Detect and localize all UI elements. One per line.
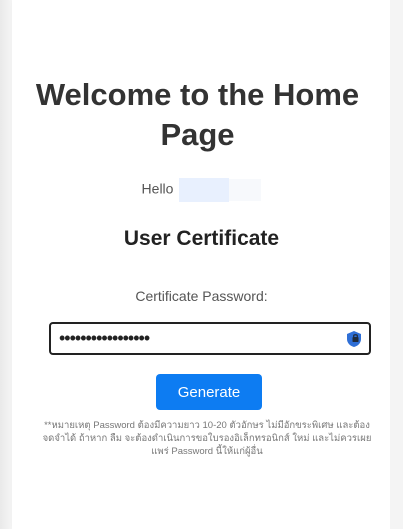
page-title: Welcome to the Home Page bbox=[35, 77, 360, 152]
redacted-username-tail bbox=[229, 179, 262, 201]
password-value: ••••••••••••••••• bbox=[59, 328, 150, 348]
greeting-row: Hello bbox=[0, 178, 403, 202]
password-field[interactable]: ••••••••••••••••• bbox=[49, 322, 371, 355]
password-label: Certificate Password: bbox=[135, 288, 268, 304]
hello-label: Hello bbox=[141, 180, 174, 197]
page-frame: Welcome to the Home Page Hello User Cert… bbox=[0, 0, 403, 529]
generate-button[interactable]: Generate bbox=[156, 374, 262, 410]
redacted-username bbox=[179, 178, 230, 202]
password-note: **หมายเหตุ Password ต้องมีความยาว 10-20 … bbox=[42, 420, 372, 457]
section-title: User Certificate bbox=[123, 227, 280, 250]
password-manager-icon[interactable] bbox=[345, 330, 363, 348]
